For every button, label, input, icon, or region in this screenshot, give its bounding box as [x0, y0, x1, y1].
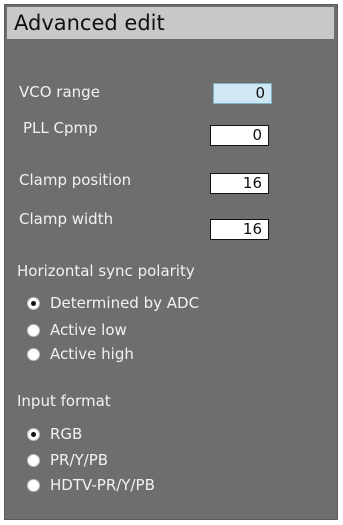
radio-button-icon[interactable] — [27, 323, 40, 337]
clamp-position-input[interactable]: 16 — [210, 173, 269, 194]
format-option-rgb[interactable]: RGB — [27, 425, 82, 443]
sync-option-active-high[interactable]: Active high — [27, 345, 134, 363]
input-format-label: Input format — [17, 392, 111, 410]
pll-cpmp-input[interactable]: 0 — [210, 125, 269, 146]
radio-button-icon[interactable] — [27, 453, 40, 467]
sync-option-determined-by-adc[interactable]: Determined by ADC — [27, 294, 199, 312]
radio-button-icon[interactable] — [27, 478, 40, 492]
radio-button-icon[interactable] — [27, 347, 40, 361]
horizontal-sync-polarity-label: Horizontal sync polarity — [17, 262, 195, 280]
pll-cpmp-label: PLL Cpmp — [23, 119, 98, 137]
clamp-width-label: Clamp width — [19, 210, 114, 228]
sync-option-label: Active high — [50, 345, 134, 363]
format-option-label: HDTV-PR/Y/PB — [50, 476, 155, 494]
advanced-edit-panel: Advanced edit VCO range 0 PLL Cpmp 0 Cla… — [4, 4, 338, 520]
format-option-hdtv-pr-y-pb[interactable]: HDTV-PR/Y/PB — [27, 476, 155, 494]
vco-range-input[interactable]: 0 — [213, 83, 272, 104]
sync-option-label: Active low — [50, 321, 127, 339]
format-option-label: PR/Y/PB — [50, 451, 109, 469]
sync-option-active-low[interactable]: Active low — [27, 321, 127, 339]
clamp-position-label: Clamp position — [19, 171, 132, 189]
clamp-width-input[interactable]: 16 — [210, 219, 269, 240]
format-option-label: RGB — [50, 425, 83, 443]
radio-button-icon[interactable] — [27, 427, 40, 441]
format-option-pr-y-pb[interactable]: PR/Y/PB — [27, 451, 108, 469]
panel-title: Advanced edit — [7, 7, 334, 39]
sync-option-label: Determined by ADC — [50, 294, 200, 312]
radio-button-icon[interactable] — [27, 296, 40, 310]
vco-range-label: VCO range — [19, 83, 100, 101]
